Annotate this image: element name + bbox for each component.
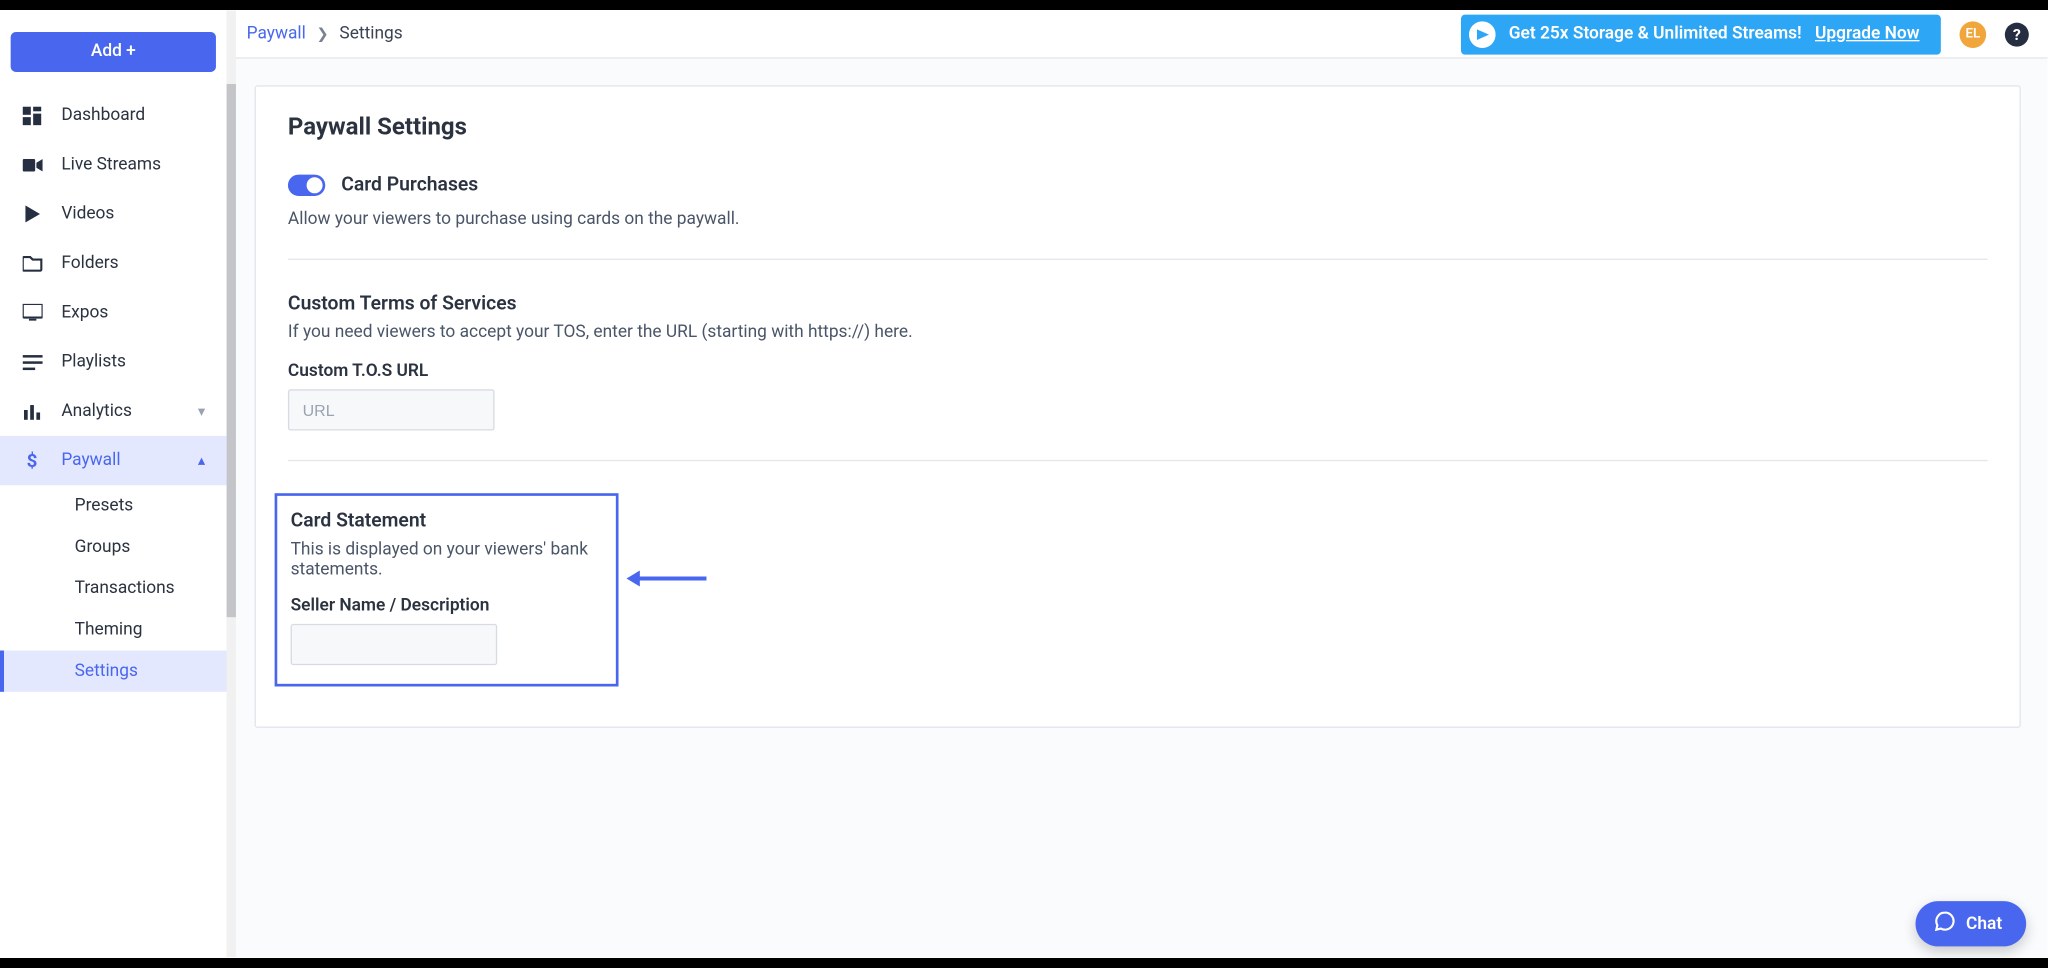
playlist-icon [21,351,42,372]
folder-icon [21,253,42,274]
sidebar-item-label: Folders [61,253,118,273]
chat-icon [1934,910,1955,937]
upgrade-text: Get 25x Storage & Unlimited Streams! [1509,24,1802,44]
sidebar-subitem-settings[interactable]: Settings [0,651,227,692]
sidebar-subitem-transactions[interactable]: Transactions [0,568,227,609]
upgrade-banner[interactable]: Get 25x Storage & Unlimited Streams! Upg… [1461,14,1941,54]
sidebar-item-dashboard[interactable]: Dashboard [0,91,227,140]
sidebar-item-label: Dashboard [61,105,145,125]
letterbox-bottom [0,958,2048,968]
chevron-down-icon: ▾ [198,403,205,420]
chevron-right-icon: ❯ [316,25,328,42]
upgrade-icon [1469,21,1496,48]
nav-list: Dashboard Live Streams Videos Folders [0,91,227,692]
sidebar-scrollbar[interactable] [227,11,236,957]
dashboard-icon [21,105,42,126]
play-icon [21,203,42,224]
tos-heading: Custom Terms of Services [288,292,1988,315]
letterbox-top [0,0,2048,10]
dollar-icon: $ [21,450,42,471]
settings-card: Paywall Settings Card Purchases Allow yo… [255,85,2021,728]
card-statement-desc: This is displayed on your viewers' bank … [291,540,603,580]
sidebar-item-paywall[interactable]: $ Paywall ▴ [0,436,227,485]
sidebar-scrollbar-thumb[interactable] [227,84,236,617]
sidebar-item-label: Playlists [61,352,126,372]
svg-text:$: $ [27,451,38,471]
sidebar-item-label: Paywall [61,451,120,471]
sidebar-item-label: Analytics [61,401,132,421]
section-tos: Custom Terms of Services If you need vie… [288,287,1988,462]
upgrade-link[interactable]: Upgrade Now [1815,24,1919,44]
card-purchases-label: Card Purchases [341,173,478,196]
chat-button[interactable]: Chat [1915,901,2026,946]
sidebar-item-label: Expos [61,303,108,323]
sidebar-item-playlists[interactable]: Playlists [0,337,227,386]
add-button[interactable]: Add + [11,32,216,72]
monitor-icon [21,302,42,323]
sidebar-item-live-streams[interactable]: Live Streams [0,140,227,189]
card-purchases-row: Card Purchases [288,173,1988,196]
page-title: Paywall Settings [288,113,1988,141]
sidebar-subitem-presets[interactable]: Presets [0,485,227,526]
sidebar-item-label: Live Streams [61,155,161,175]
tos-desc: If you need viewers to accept your TOS, … [288,323,1988,343]
chat-label: Chat [1966,914,2002,934]
breadcrumb-parent[interactable]: Paywall [247,24,306,44]
chevron-up-icon: ▴ [198,452,205,469]
chart-icon [21,401,42,422]
card-purchases-toggle[interactable] [288,174,325,195]
section-card-statement: Card Statement This is displayed on your… [288,488,1988,687]
card-statement-heading: Card Statement [291,509,603,532]
tos-url-input[interactable] [288,389,495,430]
content-area: Paywall Settings Card Purchases Allow yo… [228,59,2048,957]
annotation-arrow [627,568,707,589]
sidebar-item-expos[interactable]: Expos [0,288,227,337]
sidebar-subitem-theming[interactable]: Theming [0,609,227,650]
topbar: Paywall ❯ Settings Get 25x Storage & Unl… [228,11,2048,59]
avatar[interactable]: EL [1960,21,1987,48]
help-icon[interactable]: ? [2005,22,2029,46]
seller-name-label: Seller Name / Description [291,596,603,616]
card-statement-highlight: Card Statement This is displayed on your… [275,493,619,686]
topbar-right: Get 25x Storage & Unlimited Streams! Upg… [1461,14,2029,54]
seller-name-input[interactable] [291,624,498,665]
section-card-purchases: Card Purchases Allow your viewers to pur… [288,168,1988,260]
sidebar-item-analytics[interactable]: Analytics ▾ [0,387,227,436]
sidebar-item-label: Videos [61,204,114,224]
breadcrumb: Paywall ❯ Settings [247,24,403,44]
sidebar-subitem-groups[interactable]: Groups [0,527,227,568]
sidebar-item-videos[interactable]: Videos [0,189,227,238]
tos-url-label: Custom T.O.S URL [288,361,1988,381]
breadcrumb-current: Settings [339,24,402,44]
main: Paywall ❯ Settings Get 25x Storage & Unl… [227,11,2048,957]
camera-icon [21,154,42,175]
card-purchases-desc: Allow your viewers to purchase using car… [288,209,1988,229]
sidebar-item-folders[interactable]: Folders [0,239,227,288]
sidebar: Add + Dashboard Live Streams Videos [0,11,227,957]
